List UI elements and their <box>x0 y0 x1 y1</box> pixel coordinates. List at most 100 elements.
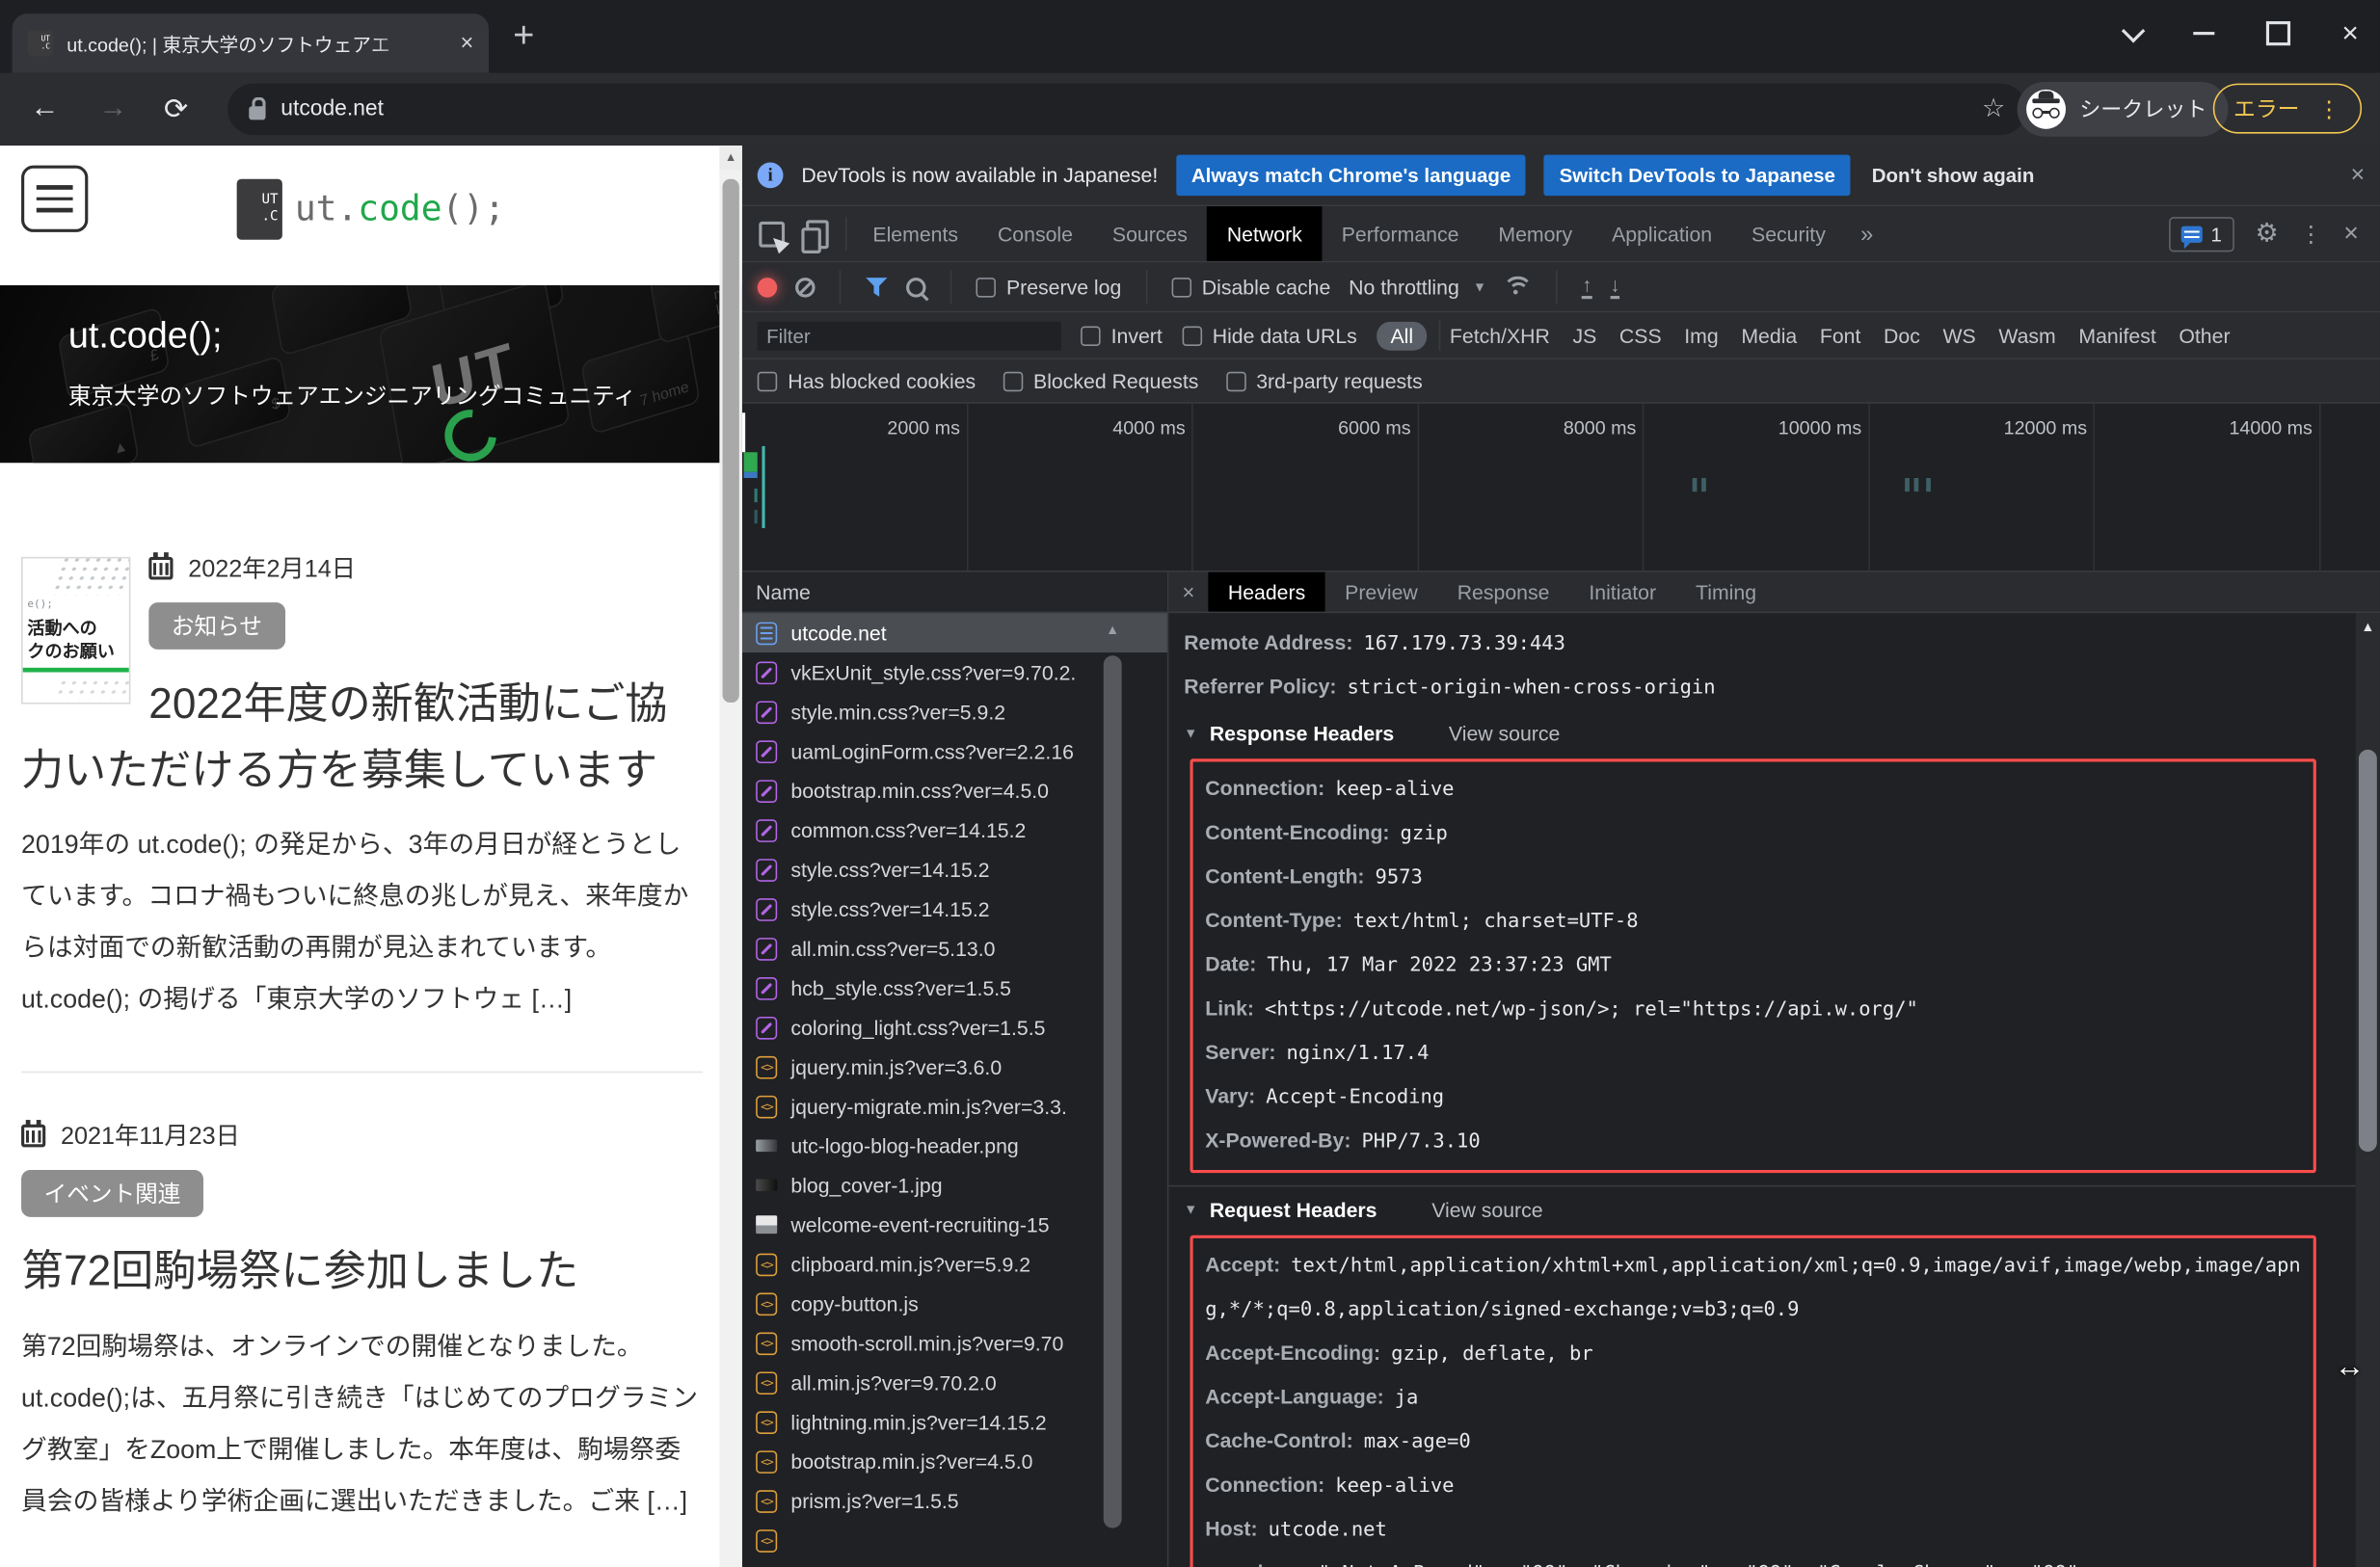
issues-bubble-icon <box>2180 226 2202 242</box>
address-bar[interactable]: utcode.net ☆ <box>227 84 2026 136</box>
issues-counter[interactable]: 1 <box>2168 216 2233 251</box>
disclosure-triangle-icon[interactable]: ▼ <box>1184 726 1197 741</box>
details-tab[interactable]: Headers <box>1208 572 1324 612</box>
details-tab[interactable]: Preview <box>1325 572 1438 612</box>
tab-search-chevron-icon[interactable] <box>2122 18 2145 41</box>
request-type-icon <box>756 1411 777 1434</box>
filter-category[interactable]: Media <box>1741 324 1797 347</box>
browser-window: UT.C ut.code(); | 東京大学のソフトウェアエ × + × ← →… <box>0 0 2380 1567</box>
filter-category[interactable]: Other <box>2179 324 2230 347</box>
scroll-up-arrow-icon[interactable]: ▲ <box>1102 623 1123 638</box>
details-close-icon[interactable]: × <box>1168 579 1208 603</box>
name-column-header[interactable]: Name <box>742 572 1167 614</box>
details-tab[interactable]: Timing <box>1676 572 1777 612</box>
post-category-badge[interactable]: イベント関連 <box>21 1171 203 1218</box>
device-toolbar-icon[interactable] <box>794 214 840 253</box>
maximize-button[interactable] <box>2266 21 2290 45</box>
filter-category[interactable]: Manifest <box>2078 324 2155 347</box>
browser-tab[interactable]: UT.C ut.code(); | 東京大学のソフトウェアエ × <box>13 13 489 72</box>
calendar-icon <box>21 1126 45 1149</box>
filter-category[interactable]: Img <box>1684 324 1718 347</box>
filter-category[interactable]: CSS <box>1619 324 1662 347</box>
switch-japanese-button[interactable]: Switch DevTools to Japanese <box>1544 155 1851 197</box>
disable-cache-checkbox[interactable] <box>1171 277 1190 296</box>
details-tab[interactable]: Initiator <box>1569 572 1676 612</box>
has-blocked-cookies-checkbox[interactable] <box>758 371 777 390</box>
url-text[interactable]: utcode.net <box>281 97 384 121</box>
scroll-up-arrow-icon[interactable]: ▲ <box>2356 619 2380 634</box>
throttling-dropdown[interactable]: No throttling ▼ <box>1349 276 1486 299</box>
filter-input[interactable] <box>758 321 1061 350</box>
preserve-log-checkbox[interactable] <box>976 277 995 296</box>
filter-category[interactable]: Font <box>1820 324 1861 347</box>
filter-category[interactable]: JS <box>1572 324 1596 347</box>
request-type-icon <box>756 976 777 999</box>
third-party-requests-checkbox[interactable] <box>1226 371 1245 390</box>
site-logo[interactable]: UT.C ut.code(); <box>0 179 742 240</box>
export-har-icon[interactable]: ↓ <box>1610 275 1619 299</box>
view-source-link[interactable]: View source <box>1431 1198 1542 1221</box>
dont-show-again-button[interactable]: Don't show again <box>1872 164 2035 187</box>
blocked-requests-checkbox[interactable] <box>1003 371 1023 390</box>
network-conditions-icon[interactable] <box>1505 277 1532 298</box>
lock-icon[interactable] <box>249 106 265 120</box>
inspect-element-icon[interactable] <box>748 214 793 253</box>
filter-funnel-icon[interactable] <box>866 277 889 296</box>
hide-data-urls-checkbox[interactable] <box>1182 326 1201 345</box>
request-name: bootstrap.min.css?ver=4.5.0 <box>790 780 1049 803</box>
record-button[interactable] <box>758 277 777 296</box>
request-name: clipboard.min.js?ver=5.9.2 <box>790 1253 1030 1276</box>
back-button[interactable]: ← <box>30 93 59 126</box>
site-header: UT.C ut.code(); <box>0 146 742 285</box>
devtools-tab[interactable]: Performance <box>1322 206 1479 261</box>
devtools-tab[interactable]: Console <box>977 206 1092 261</box>
scroll-up-arrow-icon[interactable]: ▲ <box>719 146 742 170</box>
search-icon[interactable] <box>906 277 925 296</box>
request-name: style.css?ver=14.15.2 <box>790 858 989 881</box>
reload-button[interactable]: ⟳ <box>164 92 188 126</box>
post-thumbnail[interactable]: e(); 活動への クのお願い <box>21 557 130 704</box>
request-name: coloring_light.css?ver=1.5.5 <box>790 1016 1045 1039</box>
import-har-icon[interactable]: ↑ <box>1582 275 1591 299</box>
devtools-tab[interactable]: Memory <box>1479 206 1592 261</box>
scrollbar-thumb[interactable] <box>1104 655 1122 1527</box>
filter-category[interactable]: Fetch/XHR <box>1450 324 1550 347</box>
filter-category[interactable]: Doc <box>1884 324 1920 347</box>
devtools-kebab-icon[interactable]: ⋮ <box>2300 220 2323 247</box>
tab-close-icon[interactable]: × <box>460 30 473 56</box>
match-language-button[interactable]: Always match Chrome's language <box>1176 155 1526 197</box>
post-title[interactable]: 第72回駒場祭に参加しました <box>21 1239 703 1307</box>
minimize-button[interactable] <box>2193 32 2214 35</box>
request-list-scrollbar[interactable]: ▲ <box>1102 623 1123 1562</box>
scrollbar-thumb[interactable] <box>723 179 739 703</box>
infobar-close-icon[interactable]: × <box>2351 162 2366 189</box>
devtools-tab[interactable]: Application <box>1592 206 1732 261</box>
window-close-button[interactable]: × <box>2341 19 2358 48</box>
disclosure-triangle-icon[interactable]: ▼ <box>1184 1202 1197 1217</box>
devtools-tab[interactable]: Elements <box>853 206 978 261</box>
filter-category[interactable]: Wasm <box>1998 324 2055 347</box>
bookmark-star-icon[interactable]: ☆ <box>1982 94 2005 124</box>
scrollbar-thumb[interactable] <box>2359 750 2377 1152</box>
forward-button[interactable]: → <box>98 93 127 126</box>
invert-checkbox[interactable] <box>1081 326 1100 345</box>
headers-content: Remote Address:167.179.73.39:443 Referre… <box>1168 613 2355 1567</box>
devtools-tab[interactable]: Security <box>1732 206 1846 261</box>
profile-error-button[interactable]: エラー ⋮ <box>2212 84 2362 134</box>
filter-category[interactable]: All <box>1377 321 1427 350</box>
details-scrollbar[interactable]: ▲ <box>2356 613 2380 1567</box>
devtools-tab[interactable]: Network <box>1207 206 1322 261</box>
network-overview-timeline[interactable]: 2000 ms 4000 ms 6000 ms 8000 ms 10000 ms… <box>742 404 2380 572</box>
new-tab-button[interactable]: + <box>513 15 534 58</box>
details-tab[interactable]: Response <box>1437 572 1569 612</box>
devtools-close-icon[interactable]: × <box>2343 219 2359 249</box>
request-name: lightning.min.js?ver=14.15.2 <box>790 1411 1046 1434</box>
timeline-gridline: 6000 ms <box>1193 404 1419 571</box>
view-source-link[interactable]: View source <box>1449 722 1560 745</box>
post-category-badge[interactable]: お知らせ <box>148 602 284 650</box>
devtools-settings-gear-icon[interactable]: ⚙ <box>2256 219 2279 249</box>
filter-category[interactable]: WS <box>1942 324 1975 347</box>
more-tabs-icon[interactable]: » <box>1845 221 1888 247</box>
clear-icon[interactable] <box>795 277 815 296</box>
devtools-tab[interactable]: Sources <box>1092 206 1207 261</box>
